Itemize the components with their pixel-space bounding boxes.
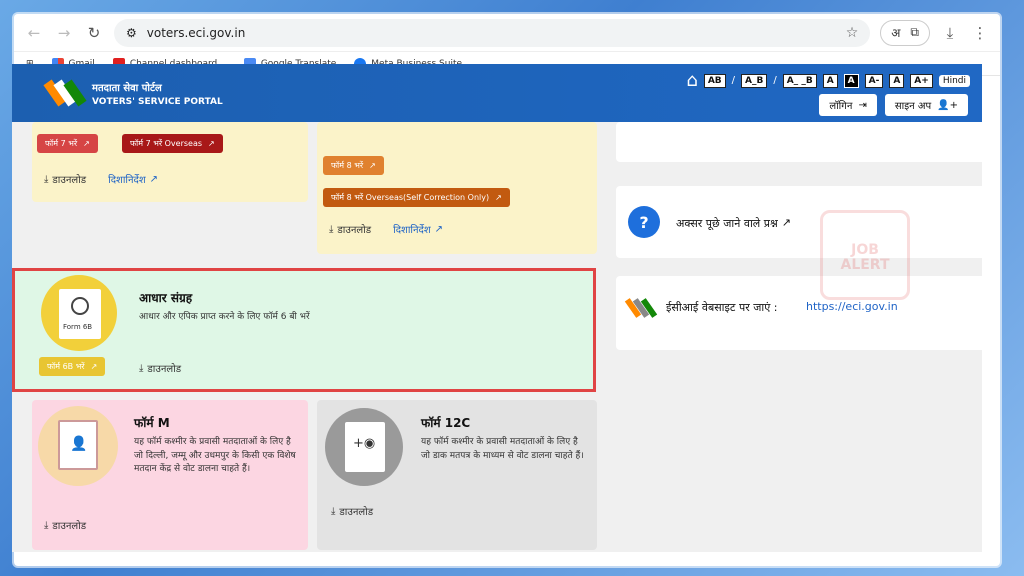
external-link-icon: ↗	[90, 362, 98, 371]
external-link-icon: ↗	[369, 161, 376, 170]
bookmark-star-icon[interactable]: ☆	[846, 25, 859, 41]
portal-title-en: VOTERS' SERVICE PORTAL	[92, 96, 223, 107]
external-link-icon: ↗	[149, 173, 159, 185]
eci-link[interactable]: https://eci.gov.in	[806, 300, 898, 313]
formM-desc: यह फॉर्म कश्मीर के प्रवासी मतदाताओं के ल…	[134, 437, 296, 474]
form7-links: ⤓ डाउनलोड दिशानिर्देश ↗	[44, 172, 159, 187]
aadhar-form-icon: Form 6B	[41, 275, 117, 351]
eci-card: ईसीआई वेबसाइट पर जाएं : https://eci.gov.…	[616, 276, 996, 350]
contrast-normal[interactable]: A	[822, 73, 838, 88]
back-icon[interactable]: ←	[24, 23, 44, 43]
signup-button[interactable]: साइन अप 👤+	[884, 94, 968, 116]
formM-title: फॉर्म M	[134, 416, 170, 430]
form8-fill-button[interactable]: फॉर्म 8 भरें ↗	[323, 156, 384, 175]
text-normal[interactable]: A	[889, 73, 905, 88]
aadhar-card: Form 6B आधार संग्रह आधार और एपिक प्राप्त…	[12, 268, 596, 392]
job-alert-watermark: JOB ALERT	[820, 210, 910, 300]
eci-logo-icon	[624, 294, 658, 322]
site-info-icon[interactable]: ⚙	[126, 26, 137, 40]
form7-guidelines-link[interactable]: दिशानिर्देश ↗	[108, 172, 159, 187]
menu-icon[interactable]: ⋮	[970, 23, 990, 43]
extension-icon[interactable]: ⧉	[910, 25, 919, 40]
login-icon: ⇥	[858, 99, 867, 111]
formM-card: 👤 फॉर्म M यह फॉर्म कश्मीर के प्रवासी मतद…	[32, 400, 308, 550]
form7-download-link[interactable]: ⤓ डाउनलोड	[44, 172, 86, 187]
download-icon: ⤓	[329, 223, 334, 235]
form12c-icon: +◉	[325, 408, 403, 486]
spacing-normal[interactable]: AB	[703, 73, 726, 88]
form7-card: फॉर्म 7 भरें ↗ फॉर्म 7 भरें Overseas ↗ ⤓ डा…	[32, 122, 308, 202]
form12c-download-link[interactable]: ⤓ डाउनलोड	[331, 504, 373, 519]
aadhar-fill-button[interactable]: फॉर्म 6B भरें ↗	[39, 357, 106, 376]
formM-icon: 👤	[38, 406, 118, 486]
site-header: मतदाता सेवा पोर्टल VOTERS' SERVICE PORTA…	[12, 64, 982, 122]
external-link-icon: ↗	[434, 223, 444, 235]
main-content: फॉर्म 7 भरें ↗ फॉर्म 7 भरें Overseas ↗ ⤓ डा…	[12, 122, 996, 552]
translate-icon[interactable]: अ	[891, 24, 900, 41]
auth-buttons: लॉगिन ⇥ साइन अप 👤+	[819, 94, 968, 116]
form8-card: फॉर्म 8 भरें ↗ फॉर्म 8 भरें Overseas(Self…	[317, 122, 597, 254]
reload-icon[interactable]: ↻	[84, 23, 104, 43]
form7-fill-button[interactable]: फॉर्म 7 भरें ↗	[37, 134, 98, 153]
form8-overseas-button[interactable]: फॉर्म 8 भरें Overseas(Self Correction On…	[323, 188, 510, 207]
form8-download-link[interactable]: ⤓ डाउनलोड	[329, 222, 371, 237]
address-bar: ← → ↻ ⚙ voters.eci.gov.in ☆ अ ⧉ ⤓ ⋮	[14, 14, 1000, 52]
ballot-logo-icon	[43, 76, 87, 110]
form8-links: ⤓ डाउनलोड दिशानिर्देश ↗	[329, 222, 444, 237]
question-icon: ?	[628, 206, 660, 238]
url-text: voters.eci.gov.in	[146, 25, 246, 40]
spacing-medium[interactable]: A_B	[741, 73, 768, 88]
aadhar-download-link[interactable]: ⤓ डाउनलोड	[139, 361, 181, 376]
download-icon[interactable]: ⤓	[940, 23, 960, 43]
faq-link[interactable]: अक्सर पूछे जाने वाले प्रश्न ↗	[676, 216, 791, 231]
portal-title-hindi: मतदाता सेवा पोर्टल	[92, 82, 162, 94]
contrast-high[interactable]: A	[843, 73, 859, 88]
external-link-icon: ↗	[83, 139, 90, 148]
external-link-icon: ↗	[208, 139, 215, 148]
accessibility-toolbar: ⌂ AB / A_B / A_ _B A A A- A A+ Hindi	[686, 70, 970, 91]
form12c-title: फॉर्म 12C	[421, 416, 471, 430]
eci-prefix: ईसीआई वेबसाइट पर जाएं :	[666, 301, 778, 314]
spacing-large[interactable]: A_ _B	[782, 73, 817, 88]
language-select[interactable]: Hindi	[938, 74, 970, 87]
add-user-icon: 👤+	[937, 99, 958, 111]
side-card-top	[616, 122, 996, 162]
home-icon[interactable]: ⌂	[686, 70, 697, 91]
aadhar-desc: आधार और एपिक प्राप्त करने के लिए फॉर्म 6…	[139, 312, 310, 322]
forward-icon[interactable]: →	[54, 23, 74, 43]
text-increase[interactable]: A+	[910, 73, 933, 88]
portal-logo[interactable]: मतदाता सेवा पोर्टल VOTERS' SERVICE PORTA…	[43, 76, 223, 110]
faq-card[interactable]: ? अक्सर पूछे जाने वाले प्रश्न ↗	[616, 186, 996, 258]
download-icon: ⤓	[139, 362, 144, 374]
form12c-card: +◉ फॉर्म 12C यह फॉर्म कश्मीर के प्रवासी …	[317, 400, 597, 550]
aadhar-title: आधार संग्रह	[139, 291, 193, 305]
form8-guidelines-link[interactable]: दिशानिर्देश ↗	[393, 222, 444, 237]
external-link-icon: ↗	[495, 193, 502, 202]
text-decrease[interactable]: A-	[864, 73, 884, 88]
login-button[interactable]: लॉगिन ⇥	[819, 94, 877, 116]
download-icon: ⤓	[44, 173, 49, 185]
url-field[interactable]: ⚙ voters.eci.gov.in ☆	[114, 18, 871, 47]
download-icon: ⤓	[44, 519, 49, 531]
extensions-pill[interactable]: अ ⧉	[880, 19, 930, 46]
download-icon: ⤓	[331, 505, 336, 517]
formM-download-link[interactable]: ⤓ डाउनलोड	[44, 518, 86, 533]
external-link-icon: ↗	[781, 216, 792, 229]
form12c-desc: यह फॉर्म कश्मीर के प्रवासी मतदाताओं के ल…	[421, 437, 584, 461]
form7-overseas-button[interactable]: फॉर्म 7 भरें Overseas ↗	[122, 134, 223, 153]
